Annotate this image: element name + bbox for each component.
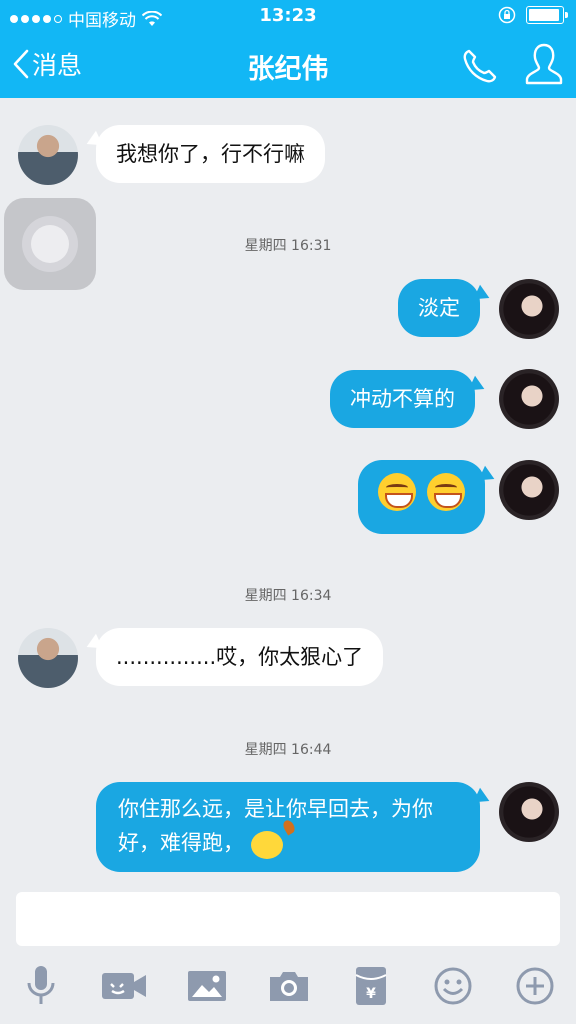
emoji-button[interactable] bbox=[430, 963, 476, 1009]
svg-text:¥: ¥ bbox=[366, 986, 376, 1002]
message-bubble-sent[interactable]: 冲动不算的 bbox=[330, 370, 475, 428]
friend-avatar[interactable] bbox=[18, 125, 78, 185]
my-avatar[interactable] bbox=[499, 279, 559, 339]
photo-button[interactable] bbox=[184, 963, 230, 1009]
video-button[interactable] bbox=[100, 963, 150, 1009]
chat-messages[interactable]: 我想你了，行不行嘛 星期四 16:31 淡定 冲动不算的 星期四 16:34 .… bbox=[0, 98, 576, 883]
message-text: 淡定 bbox=[418, 296, 460, 320]
laughing-emoji-icon bbox=[426, 473, 465, 511]
more-button[interactable] bbox=[512, 963, 558, 1009]
camera-button[interactable] bbox=[266, 963, 312, 1009]
profile-icon bbox=[525, 43, 563, 85]
message-timestamp: 星期四 16:31 bbox=[244, 238, 332, 254]
microphone-icon bbox=[27, 966, 55, 1004]
message-timestamp: 星期四 16:44 bbox=[244, 742, 332, 758]
call-button[interactable] bbox=[460, 46, 500, 86]
camera-icon bbox=[270, 972, 308, 1001]
my-avatar[interactable] bbox=[499, 460, 559, 520]
smile-emoji-icon bbox=[250, 830, 283, 859]
status-bar: 中国移动 13:23 bbox=[0, 0, 576, 34]
status-time: 13:23 bbox=[259, 5, 317, 26]
red-packet-button[interactable]: ¥ bbox=[348, 963, 394, 1009]
profile-button[interactable] bbox=[524, 42, 564, 86]
back-label: 消息 bbox=[32, 51, 83, 80]
message-text: ...............哎，你太狠心了 bbox=[116, 645, 364, 669]
message-bubble-sent[interactable]: 淡定 bbox=[398, 279, 480, 337]
phone-icon bbox=[463, 49, 497, 83]
message-text: 我想你了，行不行嘛 bbox=[116, 142, 305, 166]
chat-header: 中国移动 13:23 消息 张纪伟 bbox=[0, 0, 576, 98]
chevron-left-icon bbox=[13, 49, 29, 79]
input-toolbar: ¥ bbox=[0, 963, 576, 1013]
image-icon bbox=[188, 971, 226, 1001]
video-icon bbox=[102, 973, 146, 999]
laughing-emoji-icon bbox=[378, 473, 416, 511]
message-timestamp: 星期四 16:34 bbox=[244, 588, 332, 604]
plus-icon bbox=[516, 967, 554, 1005]
my-avatar[interactable] bbox=[499, 782, 559, 842]
status-right bbox=[498, 6, 568, 24]
back-button[interactable]: 消息 bbox=[12, 46, 82, 82]
message-text: 好，难得跑， bbox=[118, 831, 244, 855]
message-text: 冲动不算的 bbox=[350, 387, 455, 411]
red-packet-icon: ¥ bbox=[355, 967, 387, 1005]
emoji-icon bbox=[434, 967, 472, 1005]
message-bubble-sent[interactable] bbox=[358, 460, 485, 534]
orientation-lock-icon bbox=[498, 6, 516, 24]
input-area: ¥ bbox=[0, 883, 576, 1024]
my-avatar[interactable] bbox=[499, 369, 559, 429]
voice-button[interactable] bbox=[18, 963, 64, 1009]
message-bubble-received[interactable]: ...............哎，你太狠心了 bbox=[96, 628, 384, 686]
message-input[interactable] bbox=[16, 892, 560, 946]
chat-title: 张纪伟 bbox=[247, 54, 329, 85]
friend-avatar[interactable] bbox=[18, 628, 78, 688]
message-bubble-received[interactable]: 我想你了，行不行嘛 bbox=[96, 125, 325, 183]
battery-icon bbox=[526, 6, 568, 24]
